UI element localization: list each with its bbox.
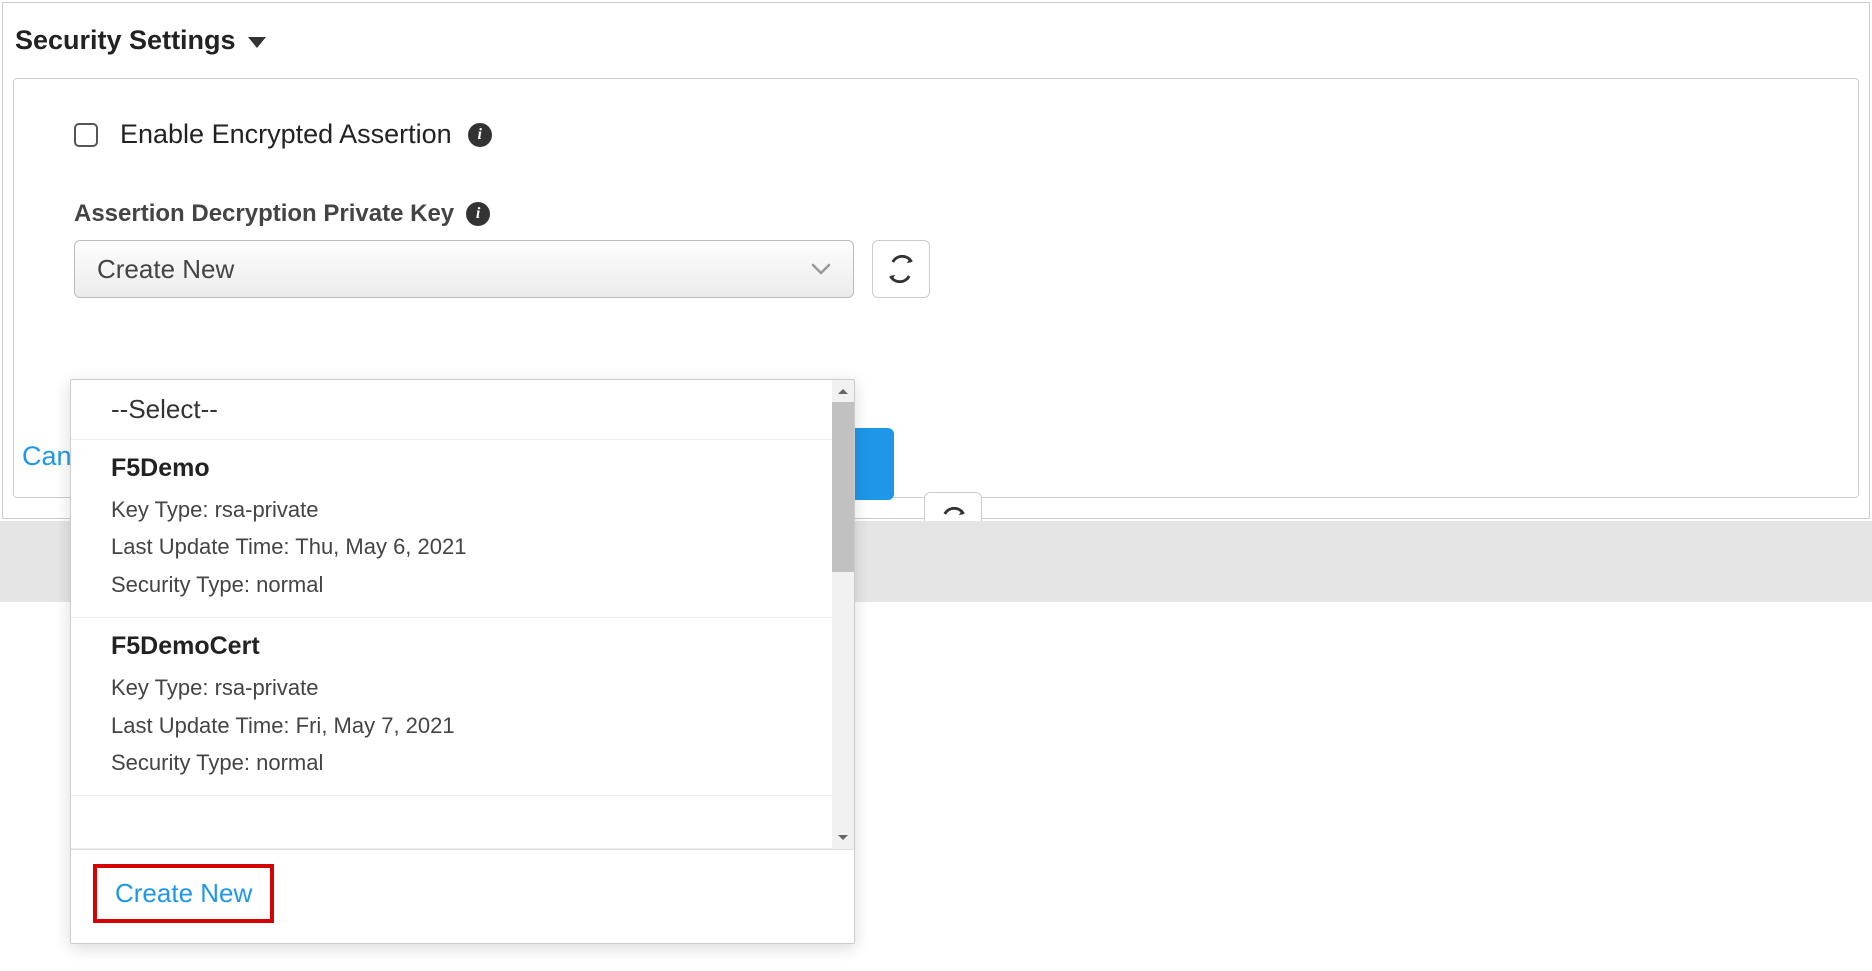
panel-header[interactable]: Security Settings bbox=[3, 3, 1869, 64]
option-name bbox=[111, 810, 806, 826]
scrollbar[interactable] bbox=[832, 380, 854, 849]
info-icon[interactable]: i bbox=[468, 123, 492, 147]
cancel-button[interactable]: Can bbox=[22, 441, 72, 472]
scrollbar-thumb[interactable] bbox=[832, 402, 854, 572]
chevron-down-icon bbox=[811, 263, 831, 275]
option-key-type: Key Type: rsa-private bbox=[111, 491, 806, 528]
option-last-update: Last Update Time: Fri, May 7, 2021 bbox=[111, 707, 806, 744]
assertion-key-dropdown: --Select-- F5Demo Key Type: rsa-private … bbox=[70, 379, 855, 944]
option-name: F5Demo bbox=[111, 454, 806, 483]
dropdown-footer: Create New bbox=[71, 849, 854, 943]
dropdown-option-select[interactable]: --Select-- bbox=[71, 380, 854, 440]
option-last-update: Last Update Time: Thu, May 6, 2021 bbox=[111, 528, 806, 565]
panel-title: Security Settings bbox=[15, 25, 236, 56]
dropdown-option-truncated[interactable] bbox=[71, 796, 854, 849]
assertion-key-label: Assertion Decryption Private Key bbox=[74, 200, 454, 228]
option-key-type: Key Type: rsa-private bbox=[111, 669, 806, 706]
enable-encrypted-assertion-row: Enable Encrypted Assertion i bbox=[74, 119, 1810, 150]
create-new-button[interactable]: Create New bbox=[93, 864, 274, 923]
dropdown-option-f5democert[interactable]: F5DemoCert Key Type: rsa-private Last Up… bbox=[71, 618, 854, 796]
select-current-value: Create New bbox=[97, 254, 234, 285]
option-security-type: Security Type: normal bbox=[111, 744, 806, 781]
info-icon[interactable]: i bbox=[466, 202, 490, 226]
enable-encrypted-assertion-label: Enable Encrypted Assertion bbox=[120, 119, 452, 150]
option-security-type: Security Type: normal bbox=[111, 566, 806, 603]
assertion-key-select[interactable]: Create New bbox=[74, 240, 854, 298]
dropdown-list: --Select-- F5Demo Key Type: rsa-private … bbox=[71, 380, 854, 849]
assertion-key-select-row: Create New bbox=[74, 240, 1810, 298]
dropdown-option-f5demo[interactable]: F5Demo Key Type: rsa-private Last Update… bbox=[71, 440, 854, 618]
option-name: F5DemoCert bbox=[111, 632, 806, 661]
enable-encrypted-assertion-checkbox[interactable] bbox=[74, 123, 98, 147]
refresh-button[interactable] bbox=[872, 240, 930, 298]
caret-down-icon[interactable] bbox=[248, 37, 266, 48]
scroll-up-icon[interactable] bbox=[832, 380, 854, 402]
scroll-down-icon[interactable] bbox=[832, 827, 854, 849]
assertion-key-label-row: Assertion Decryption Private Key i bbox=[74, 200, 1810, 228]
